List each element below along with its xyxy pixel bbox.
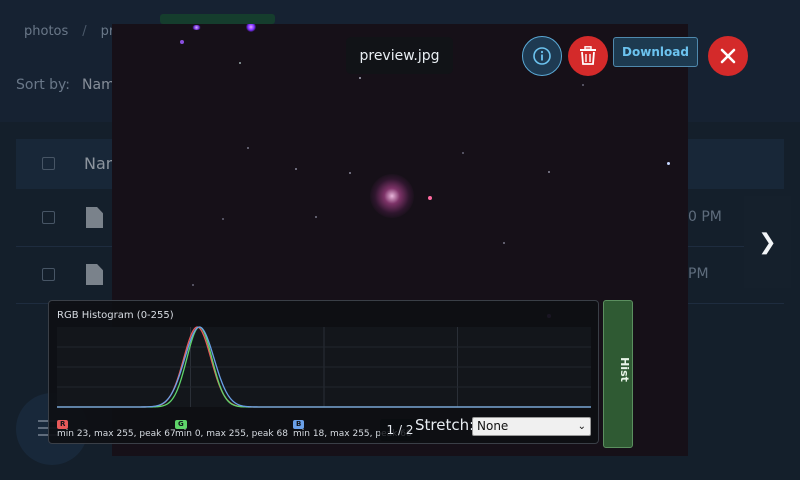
stretch-label: Stretch: <box>415 416 475 434</box>
histogram-toggle-label: Hist <box>617 357 631 382</box>
star <box>503 242 505 244</box>
star <box>180 40 184 44</box>
stretch-select-value: None <box>477 419 509 433</box>
next-image-button[interactable]: ❯ <box>744 196 791 288</box>
channel-badge-g: G <box>175 420 187 429</box>
trash-icon <box>580 46 596 65</box>
channel-stats-g: G min 0, max 255, peak 68 <box>175 419 288 439</box>
delete-button[interactable] <box>568 36 608 76</box>
close-button[interactable] <box>708 36 748 76</box>
star <box>359 77 361 79</box>
star <box>295 168 297 170</box>
download-button[interactable]: Download <box>613 37 698 67</box>
star <box>247 147 249 149</box>
star <box>239 62 241 64</box>
channel-stats-text: min 23, max 255, peak 67 <box>57 429 176 439</box>
star <box>192 284 194 286</box>
close-icon <box>720 48 736 64</box>
image-counter: 1 / 2 <box>380 419 420 441</box>
star <box>582 84 584 86</box>
star <box>246 24 256 32</box>
star <box>548 171 550 173</box>
star <box>192 25 201 30</box>
info-icon <box>533 47 551 65</box>
channel-badge-b: B <box>293 420 305 429</box>
stretch-select[interactable]: None ⌄ <box>472 417 591 436</box>
chevron-right-icon: ❯ <box>758 229 777 255</box>
filename-label: preview.jpg <box>346 37 453 74</box>
star <box>222 218 224 220</box>
channel-stats-r: R min 23, max 255, peak 67 <box>57 419 176 439</box>
nebula-glow <box>370 174 414 218</box>
star <box>667 162 670 165</box>
channel-stats-text: min 0, max 255, peak 68 <box>175 429 288 439</box>
histogram-toggle-button[interactable]: Hist <box>603 300 633 448</box>
star <box>315 216 317 218</box>
star <box>349 172 351 174</box>
chevron-down-icon: ⌄ <box>577 421 586 432</box>
channel-badge-r: R <box>57 420 69 429</box>
star <box>428 196 432 200</box>
star <box>462 152 464 154</box>
info-button[interactable] <box>522 36 562 76</box>
